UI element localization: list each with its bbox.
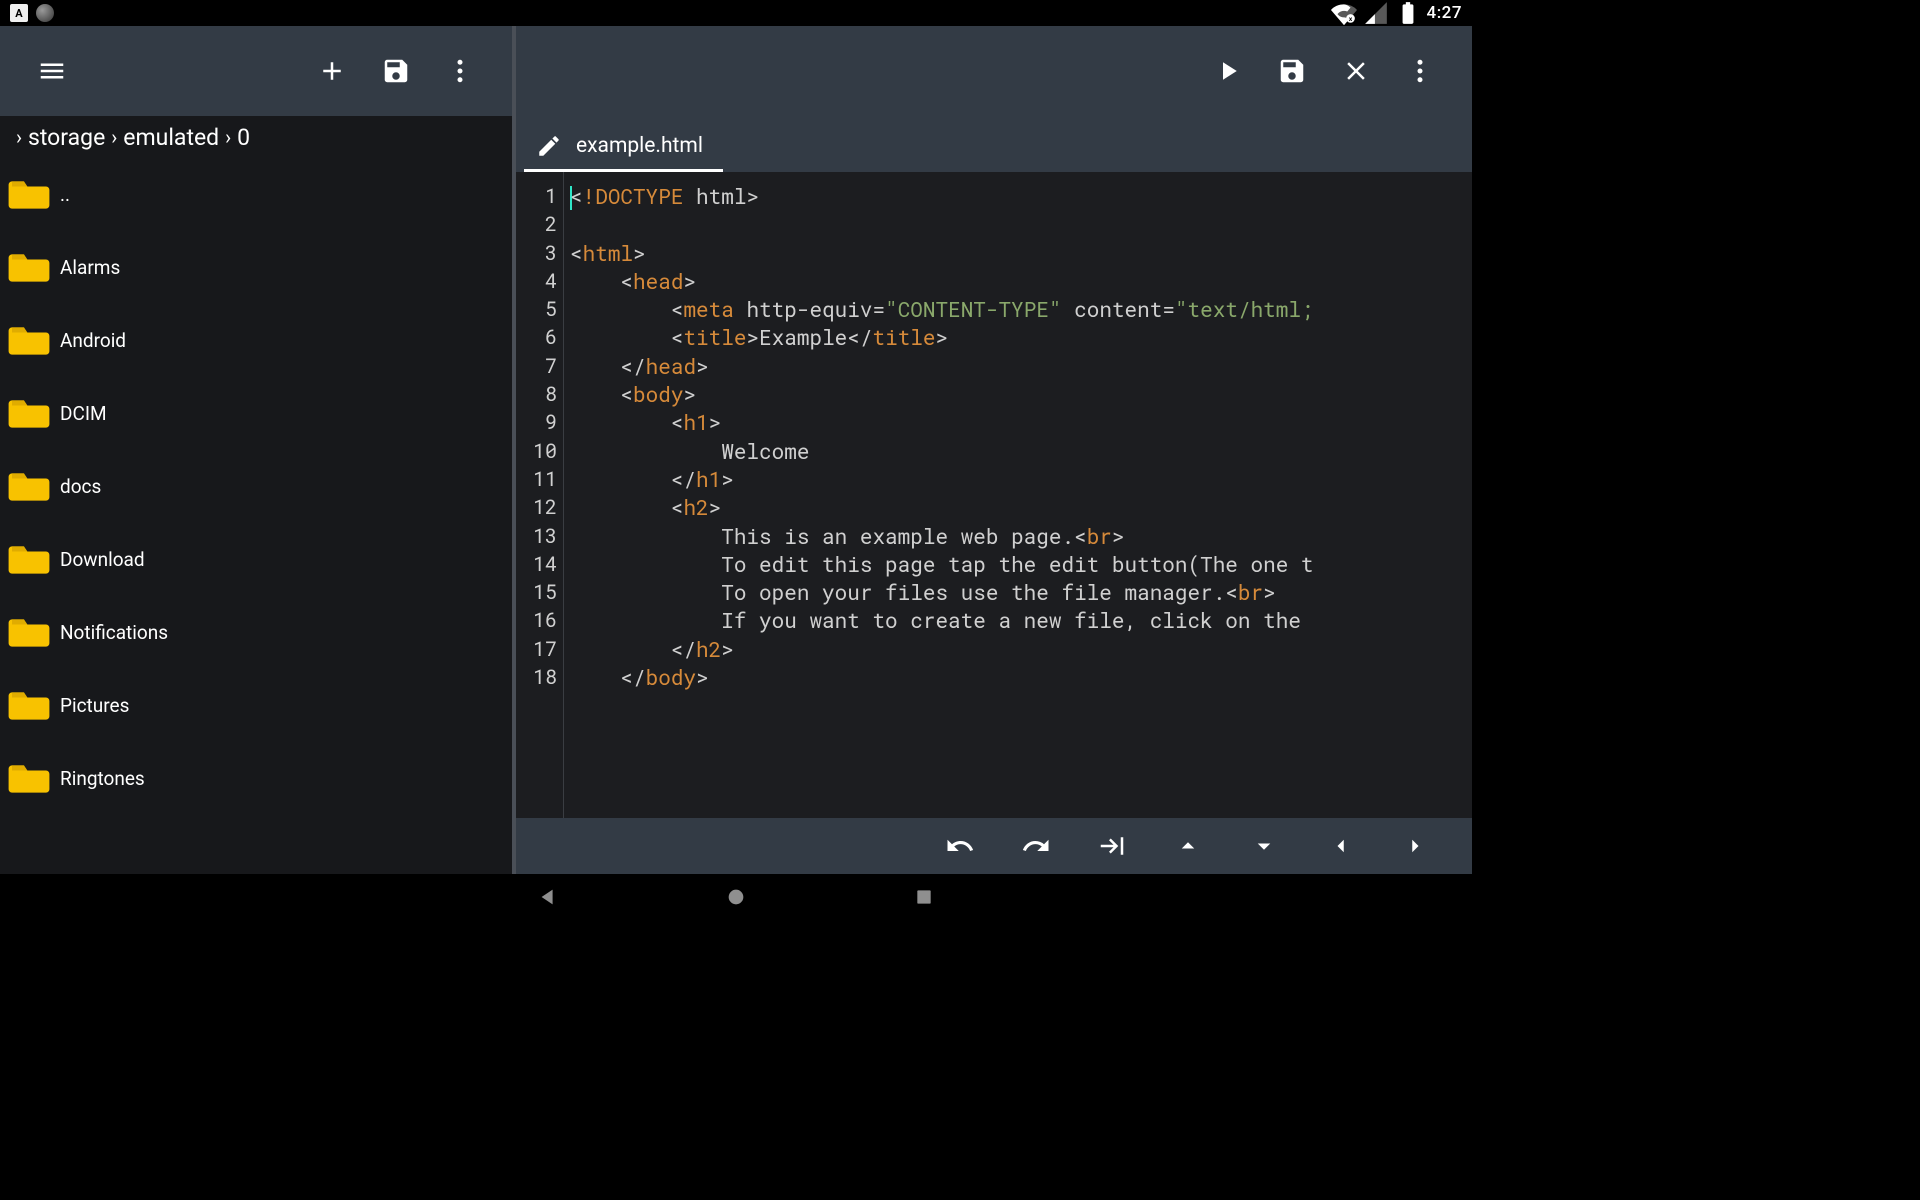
editor-bottombar [516,818,1472,874]
file-item[interactable]: Alarms [0,231,512,304]
file-item[interactable]: Notifications [0,596,512,669]
chevron-right-icon: › [16,125,22,149]
caret-down-button[interactable] [1230,818,1298,874]
close-button[interactable] [1328,43,1384,99]
file-list[interactable]: .. Alarms Android DCIM docs Download Notificat… [0,158,512,874]
editor-tab[interactable]: example.html [524,133,723,173]
editor-toolbar [516,26,1472,116]
app-status-icon [36,4,54,22]
redo-button[interactable] [1002,818,1070,874]
hamburger-menu-icon[interactable] [24,43,80,99]
file-label: Pictures [60,694,129,717]
recents-nav-icon[interactable] [910,883,938,911]
file-label: Ringtones [60,767,145,790]
file-label: Notifications [60,621,168,644]
breadcrumb-segment[interactable]: 0 [237,124,250,151]
overflow-menu-icon[interactable] [432,43,488,99]
file-item[interactable]: DCIM [0,377,512,450]
file-item[interactable]: Android [0,304,512,377]
editor-tabbar: example.html [516,116,1472,172]
run-button[interactable] [1200,43,1256,99]
breadcrumb-segment[interactable]: emulated [123,124,219,151]
file-item[interactable]: Pictures [0,669,512,742]
status-time: 4:27 [1427,3,1462,23]
file-toolbar [0,26,512,116]
file-item[interactable]: .. [0,158,512,231]
file-label: .. [60,183,70,206]
caret-up-button[interactable] [1154,818,1222,874]
code-area[interactable]: <!DOCTYPE html><html> <head> <meta http-… [564,172,1472,818]
battery-icon [1395,0,1421,26]
chevron-right-icon: › [225,125,231,149]
wifi-icon: x [1331,0,1357,26]
caret-left-button[interactable] [1306,818,1374,874]
tab-indent-button[interactable] [1078,818,1146,874]
breadcrumb[interactable]: › storage › emulated › 0 [0,116,512,158]
file-browser-panel: › storage › emulated › 0 .. Alarms Android… [0,26,516,874]
chevron-right-icon: › [111,125,117,149]
android-statusbar: A x 4:27 [0,0,1472,26]
tab-filename: example.html [576,134,703,158]
line-number-gutter: 123456789101112131415161718 [516,172,564,818]
file-item[interactable]: docs [0,450,512,523]
editor-panel: example.html 123456789101112131415161718… [516,26,1472,874]
signal-icon [1363,0,1389,26]
back-nav-icon[interactable] [534,883,562,911]
add-button[interactable] [304,43,360,99]
overflow-menu-icon[interactable] [1392,43,1448,99]
keyboard-indicator-icon: A [10,4,28,22]
android-navbar [0,874,1472,920]
save-button[interactable] [1264,43,1320,99]
file-label: DCIM [60,402,107,425]
file-label: Download [60,548,145,571]
code-editor[interactable]: 123456789101112131415161718 <!DOCTYPE ht… [516,172,1472,818]
file-label: Alarms [60,256,120,279]
file-label: Android [60,329,126,352]
caret-right-button[interactable] [1382,818,1450,874]
file-item[interactable]: Download [0,523,512,596]
undo-button[interactable] [926,818,994,874]
file-item[interactable]: Ringtones [0,742,512,815]
home-nav-icon[interactable] [722,883,750,911]
file-label: docs [60,475,101,498]
pencil-icon [536,133,562,159]
save-button[interactable] [368,43,424,99]
breadcrumb-segment[interactable]: storage [28,124,105,151]
